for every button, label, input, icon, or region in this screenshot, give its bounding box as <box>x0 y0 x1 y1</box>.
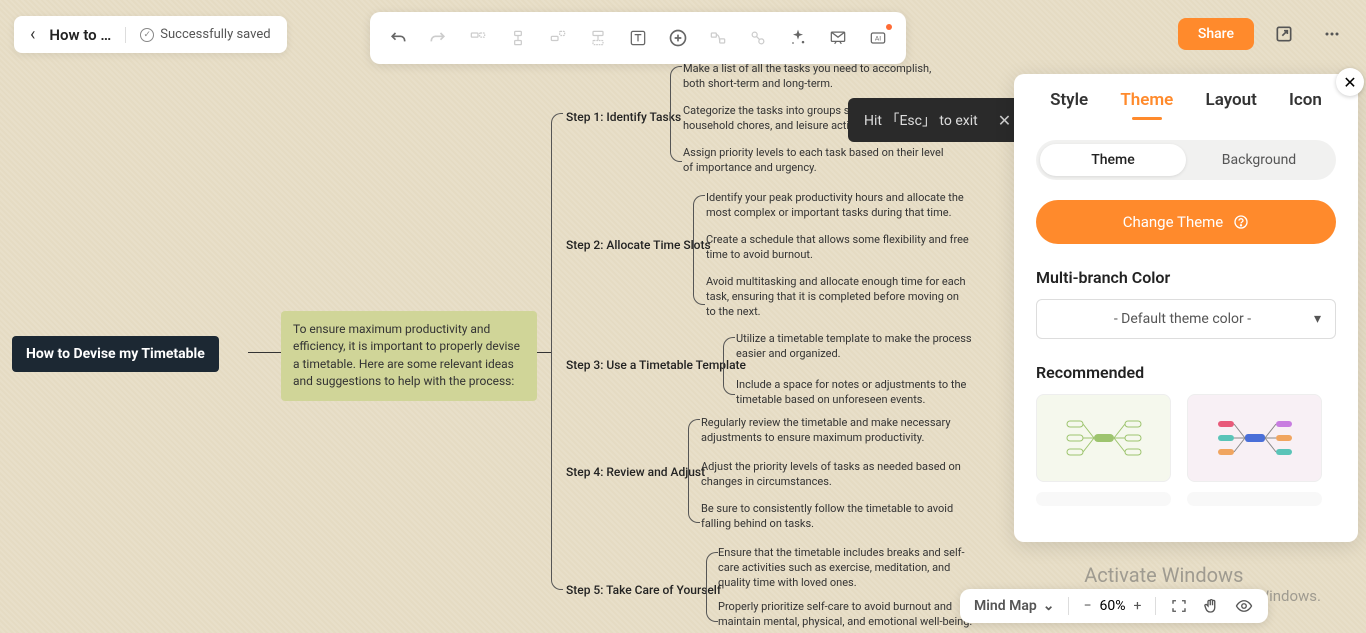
step-label[interactable]: Step 4: Review and Adjust <box>566 465 705 479</box>
preview-icon[interactable] <box>1234 597 1254 615</box>
boundary-button[interactable] <box>740 20 776 56</box>
zoom-controls: − 60% + <box>1083 598 1141 614</box>
panel-close-button[interactable]: ✕ <box>1336 68 1364 96</box>
connector <box>537 352 551 353</box>
detail-node[interactable]: Include a space for notes or adjustments… <box>736 378 1001 408</box>
multibranch-label: Multi-branch Color <box>1036 268 1336 287</box>
detail-node[interactable]: Adjust the priority levels of tasks as n… <box>701 460 966 490</box>
detail-node[interactable]: Regularly review the timetable and make … <box>701 416 966 446</box>
zoom-in-button[interactable]: + <box>1133 598 1141 614</box>
subtab-theme[interactable]: Theme <box>1040 144 1186 176</box>
separator <box>1068 597 1069 615</box>
theme-thumbnails-row2 <box>1036 492 1336 506</box>
check-icon: ✓ <box>140 28 154 42</box>
view-mode-dropdown[interactable]: Mind Map ⌄ <box>974 598 1054 614</box>
topic-sibling-button[interactable] <box>460 20 496 56</box>
detail-node[interactable]: Utilize a timetable template to make the… <box>736 332 1001 362</box>
add-button[interactable] <box>660 20 696 56</box>
tab-style[interactable]: Style <box>1050 90 1088 120</box>
subtabs: Theme Background <box>1036 140 1336 180</box>
ai-badge-icon <box>886 24 892 30</box>
help-icon <box>1233 214 1249 230</box>
relation-button[interactable] <box>700 20 736 56</box>
hand-tool-icon[interactable] <box>1202 597 1220 615</box>
branch-color-dropdown[interactable]: - Default theme color - ▾ <box>1036 299 1336 339</box>
theme-thumb-4[interactable] <box>1187 492 1322 506</box>
topic-child-button[interactable] <box>500 20 536 56</box>
tab-layout[interactable]: Layout <box>1206 90 1257 120</box>
back-icon[interactable]: ‹ <box>30 24 35 45</box>
chevron-down-icon: ⌄ <box>1043 598 1055 614</box>
theme-thumb-1[interactable] <box>1036 394 1171 482</box>
dropdown-value: - Default theme color - <box>1051 311 1314 327</box>
text-button[interactable] <box>620 20 656 56</box>
tab-theme[interactable]: Theme <box>1120 90 1173 120</box>
fit-screen-icon[interactable] <box>1170 597 1188 615</box>
panel-body: Theme Background Change Theme Multi-bran… <box>1014 120 1358 526</box>
change-theme-label: Change Theme <box>1123 213 1224 231</box>
save-status: ✓ Successfully saved <box>140 27 270 42</box>
separator <box>125 27 126 43</box>
zoom-out-button[interactable]: − <box>1083 598 1091 614</box>
step-label[interactable]: Step 3: Use a Timetable Template <box>566 358 746 372</box>
topright-group: Share <box>1178 16 1350 52</box>
close-icon[interactable]: ✕ <box>998 111 1011 130</box>
bracket <box>688 419 700 523</box>
toolbar: AI <box>370 12 906 64</box>
bracket <box>723 337 735 395</box>
chevron-down-icon: ▾ <box>1314 311 1321 327</box>
bracket <box>693 195 705 305</box>
bracket <box>551 113 563 590</box>
theme-thumbnails <box>1036 394 1336 482</box>
redo-button[interactable] <box>420 20 456 56</box>
desc-node[interactable]: To ensure maximum productivity and effic… <box>281 311 537 401</box>
zoom-value: 60% <box>1099 598 1125 614</box>
panel-tabs: Style Theme Layout Icon <box>1014 74 1358 120</box>
separator <box>1155 597 1156 615</box>
undo-button[interactable] <box>380 20 416 56</box>
recommended-label: Recommended <box>1036 363 1336 382</box>
theme-thumb-3[interactable] <box>1036 492 1171 506</box>
bottom-bar: Mind Map ⌄ − 60% + <box>960 589 1268 623</box>
detail-node[interactable]: Identify your peak productivity hours an… <box>706 191 971 221</box>
detail-node[interactable]: Assign priority levels to each task base… <box>683 146 948 176</box>
detail-node[interactable]: Avoid multitasking and allocate enough t… <box>706 275 971 320</box>
detail-node[interactable]: Ensure that the timetable includes break… <box>718 546 983 591</box>
bracket <box>706 552 718 622</box>
summary-button[interactable] <box>580 20 616 56</box>
present-button[interactable] <box>820 20 856 56</box>
doc-title: How to … <box>49 26 111 44</box>
ai-button[interactable]: AI <box>860 20 896 56</box>
share-button[interactable]: Share <box>1178 18 1254 50</box>
change-theme-button[interactable]: Change Theme <box>1036 200 1336 244</box>
step-label[interactable]: Step 5: Take Care of Yourself <box>566 583 721 597</box>
detail-node[interactable]: Properly prioritize self-care to avoid b… <box>718 600 983 630</box>
detail-node[interactable]: Create a schedule that allows some flexi… <box>706 233 971 263</box>
step-label[interactable]: Step 1: Identify Tasks <box>566 110 681 124</box>
header-pill: ‹ How to … ✓ Successfully saved <box>14 16 287 53</box>
more-icon[interactable] <box>1314 16 1350 52</box>
step-label[interactable]: Step 2: Allocate Time Slots <box>566 238 711 252</box>
properties-panel: Style Theme Layout Icon Theme Background… <box>1014 74 1358 542</box>
svg-text:AI: AI <box>875 35 881 43</box>
open-external-icon[interactable] <box>1266 16 1302 52</box>
detail-node[interactable]: Make a list of all the tasks you need to… <box>683 62 948 92</box>
magic-button[interactable] <box>780 20 816 56</box>
subtab-background[interactable]: Background <box>1186 144 1332 176</box>
topic-float-button[interactable] <box>540 20 576 56</box>
view-mode-label: Mind Map <box>974 598 1037 614</box>
esc-hint: Hit 「Esc」 to exit ✕ <box>848 98 1027 142</box>
connector <box>248 352 281 353</box>
root-node[interactable]: How to Devise my Timetable <box>12 336 219 372</box>
tab-icon[interactable]: Icon <box>1289 90 1322 120</box>
save-status-text: Successfully saved <box>160 27 270 42</box>
detail-node[interactable]: Be sure to consistently follow the timet… <box>701 502 966 532</box>
esc-hint-text: Hit 「Esc」 to exit <box>864 110 978 130</box>
theme-thumb-2[interactable] <box>1187 394 1322 482</box>
bracket <box>670 66 682 162</box>
